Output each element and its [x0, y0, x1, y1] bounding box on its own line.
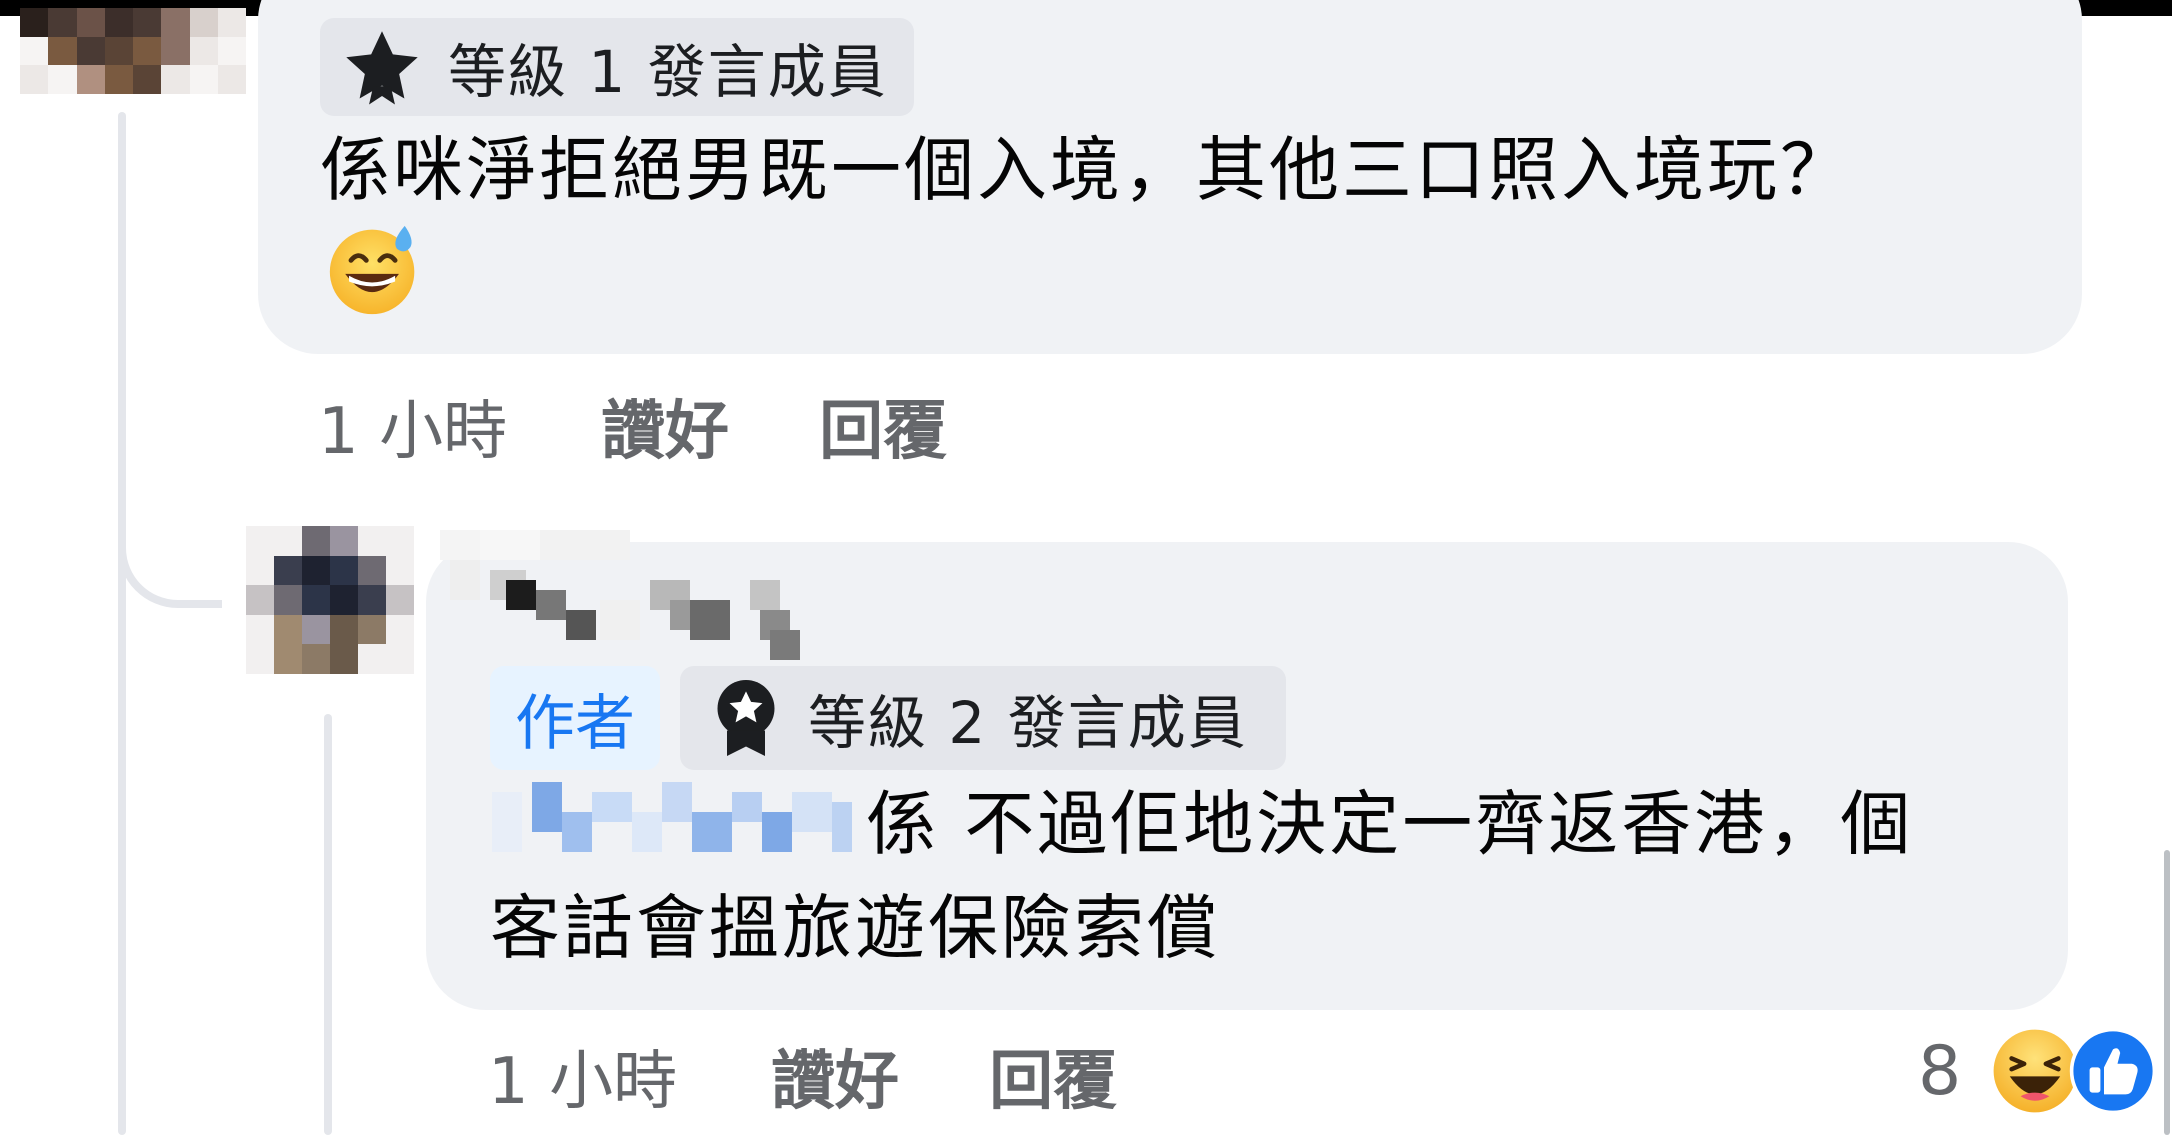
author-avatar-pixelated[interactable]	[246, 526, 414, 674]
mention-tag-pixelated[interactable]	[492, 782, 862, 862]
grinning-sweat-emoji-icon	[329, 225, 415, 315]
star-icon	[346, 31, 418, 105]
badge-label: 等級 2 發言成員	[808, 689, 1248, 757]
reply-button[interactable]: 回覆	[819, 380, 947, 472]
member-level-badge[interactable]: 等級 2 發言成員	[680, 666, 1286, 770]
reply-text-line-1: 係 不過佢地決定一齊返香港，個	[866, 783, 1914, 865]
reply-button[interactable]: 回覆	[989, 1030, 1117, 1122]
commenter-avatar-pixelated[interactable]	[20, 8, 246, 94]
haha-reaction-icon[interactable]	[1990, 1026, 2080, 1116]
comment-timestamp[interactable]: 1 小時	[318, 380, 507, 472]
reply-text-line-2: 客話會搵旅遊保險索償	[490, 887, 1220, 969]
author-name-pixelated[interactable]	[440, 530, 870, 660]
like-button[interactable]: 讚好	[601, 380, 729, 472]
reply-timestamp[interactable]: 1 小時	[488, 1030, 677, 1122]
scrollbar[interactable]	[2164, 850, 2170, 1135]
author-tag: 作者	[490, 666, 660, 770]
reply-thread-line	[324, 714, 332, 1135]
like-reaction-icon[interactable]	[2068, 1026, 2158, 1116]
medal-icon	[717, 680, 775, 756]
comment-text: 係咪淨拒絕男既一個入境，其他三口照入境玩？	[320, 129, 1853, 211]
thread-branch-curve	[118, 520, 222, 608]
thread-line	[118, 112, 126, 1135]
member-level-badge[interactable]: 等級 1 發言成員	[320, 18, 914, 116]
badge-label: 等級 1 發言成員	[448, 38, 888, 106]
like-button[interactable]: 讚好	[771, 1030, 899, 1122]
reply-actions: 1 小時 讚好 回覆	[488, 1028, 1117, 1124]
reaction-count[interactable]: 8	[1918, 1026, 1961, 1118]
comment-actions: 1 小時 讚好 回覆	[318, 378, 947, 474]
